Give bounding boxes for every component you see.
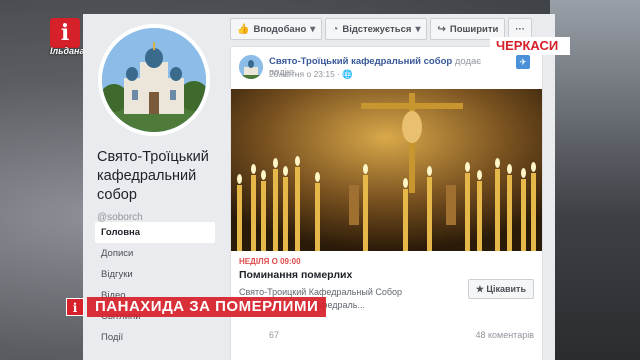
candles-crucifix-image — [231, 89, 542, 251]
post-timestamp[interactable]: 20 квітня о 23:15 · 🌐 — [269, 69, 353, 80]
comments-count[interactable]: 48 коментарів — [475, 330, 534, 340]
nav-item-home[interactable]: Головна — [95, 222, 215, 243]
lower-third-headline: ПАНАХИДА ЗА ПОМЕРЛИМИ — [87, 297, 327, 317]
interested-button[interactable]: ★ Цікавить — [467, 279, 534, 299]
lower-third: i ПАНАХИДА ЗА ПОМЕРЛИМИ — [66, 297, 327, 317]
page-action-bar: 👍 Вподобано ▾ ◔ Відстежується ▾ ↪ Пошири… — [230, 18, 532, 40]
following-button[interactable]: ◔ Відстежується ▾ — [325, 18, 428, 40]
page-title-line: кафедральний — [97, 168, 197, 184]
church-photo — [102, 28, 206, 132]
pin-icon[interactable]: ✈ — [516, 55, 530, 69]
nav-item-posts[interactable]: Дописи — [95, 243, 215, 264]
channel-icon: i — [66, 298, 84, 316]
channel-logo-text: Ільдана — [50, 46, 85, 56]
page-nav: Головна Дописи Відгуки Відео Світлини По… — [95, 222, 215, 348]
reactions-count[interactable]: 67 — [269, 330, 279, 340]
event-location: Свято-Троицкий Кафедральный Собор — [239, 287, 403, 297]
post-author[interactable]: Свято-Троїцький кафедральний собор — [269, 56, 452, 67]
following-label: Відстежується — [342, 23, 412, 35]
share-icon: ↪ — [437, 23, 446, 35]
liked-label: Вподобано — [253, 23, 307, 35]
channel-logo-mark: i — [50, 18, 80, 48]
church-thumbnail — [239, 55, 263, 79]
rss-icon: ◔ — [332, 23, 339, 35]
nav-item-events[interactable]: Події — [95, 327, 215, 348]
thumbs-up-icon: 👍 — [237, 23, 250, 35]
nav-item-reviews[interactable]: Відгуки — [95, 264, 215, 285]
page-avatar[interactable] — [98, 24, 210, 136]
event-title[interactable]: Поминання померлих — [239, 269, 352, 281]
page-title: Свято-Троїцький кафедральний собор — [97, 148, 222, 205]
chevron-down-icon: ▾ — [310, 23, 316, 35]
event-date: НЕДІЛЯ О 09:00 — [239, 257, 301, 266]
more-icon: ··· — [515, 23, 525, 35]
event-cover-photo[interactable] — [231, 89, 542, 251]
post-author-avatar[interactable] — [239, 55, 263, 79]
page-title-line: собор — [97, 187, 137, 203]
page-title-line: Свято-Троїцький — [97, 149, 209, 165]
channel-logo: i Ільдана — [50, 18, 85, 56]
city-label: ЧЕРКАСИ — [490, 37, 570, 55]
share-label: Поширити — [449, 23, 499, 35]
liked-button[interactable]: 👍 Вподобано ▾ — [230, 18, 323, 40]
chevron-down-icon: ▾ — [415, 23, 421, 35]
